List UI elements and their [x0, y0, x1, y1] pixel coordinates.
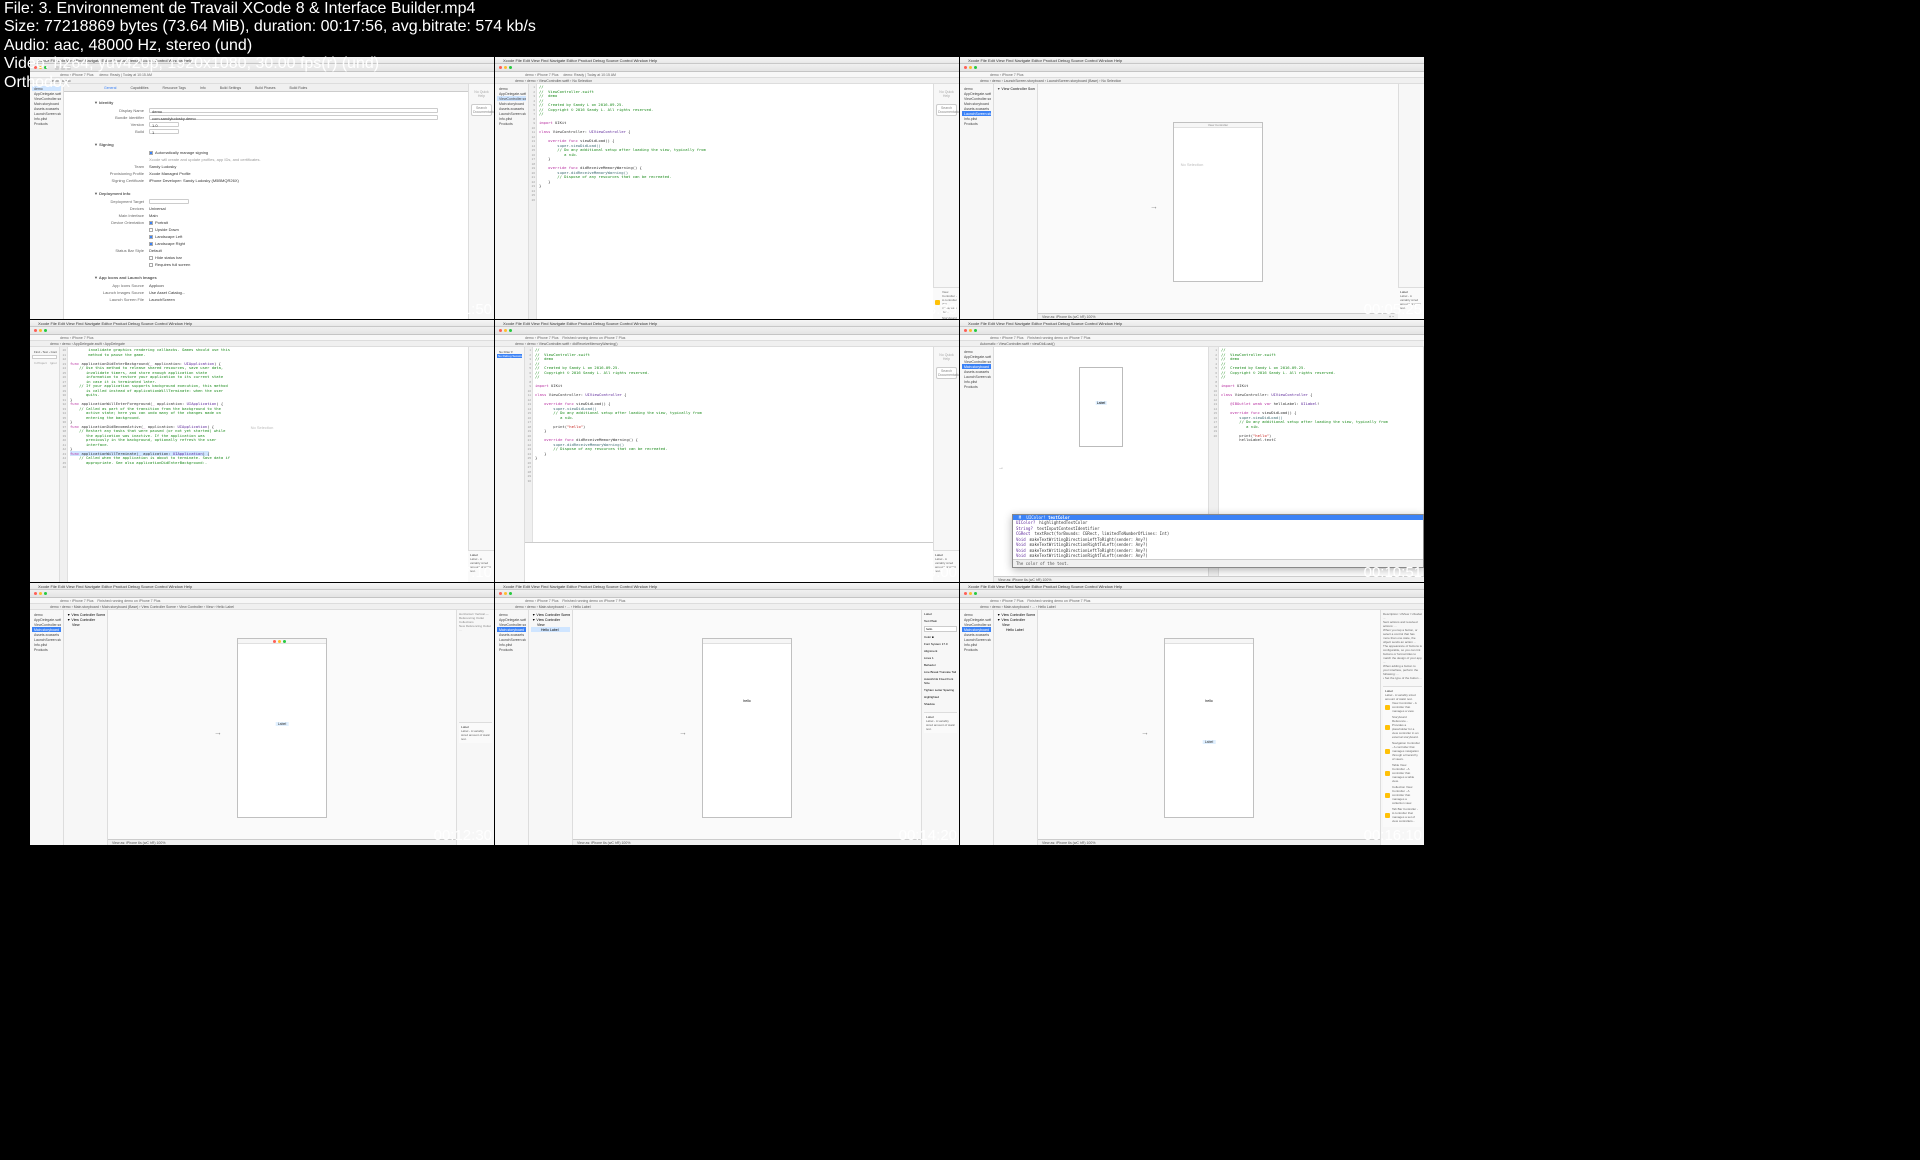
- attributes-inspector[interactable]: Horizontal / Vertical —Referencing Outle…: [456, 610, 494, 845]
- thumb-8: Xcode File Edit View Find Navigate Edito…: [495, 583, 959, 845]
- inspector-panel[interactable]: No Quick Help Search Documentation: [468, 84, 494, 319]
- ib-canvas[interactable]: hello → View as: iPhone 6s (wC hR) 100%: [573, 610, 921, 845]
- find-navigator[interactable]: Find › Text › Containing In Project Igno…: [30, 347, 60, 582]
- label-on-canvas[interactable]: Label: [276, 722, 289, 726]
- thumb-6: Xcode File Edit View Find Navigate Edito…: [960, 320, 1424, 582]
- thumb-2: Xcode File Edit View Find Navigate Edito…: [495, 57, 959, 319]
- assistant-editor[interactable]: Label → 1234567891011121314151617181920 …: [994, 347, 1424, 582]
- code-editor[interactable]: 1234567891011121314151617181920212223242…: [529, 84, 933, 319]
- project-navigator[interactable]: demo AppDelegate.swift ViewController.sw…: [30, 84, 64, 319]
- code-editor[interactable]: 1234567891011121314151617181920212223242…: [525, 347, 933, 582]
- settings-editor[interactable]: General CapabilitiesResource Tags InfoBu…: [64, 84, 468, 319]
- autocomplete-popup[interactable]: M UIColor! textColor UIColor?highlighted…: [1012, 514, 1424, 569]
- thumb-4: Xcode File Edit View Find Navigate Edito…: [30, 320, 494, 582]
- thumbnail-grid: Xcode File Edit View Find Navigate Edito…: [30, 57, 1420, 845]
- project-navigator[interactable]: demo AppDelegate.swift ViewController.sw…: [495, 84, 529, 319]
- inspector-panel[interactable]: No Quick Help Search Documentation No Ma…: [933, 84, 959, 319]
- document-outline[interactable]: ▼ View Controller Scene: [994, 84, 1038, 319]
- ib-canvas[interactable]: hello Label → View as: iPhone 6s (wC hR)…: [1038, 610, 1380, 845]
- initial-vc-arrow-icon: →: [1150, 202, 1158, 211]
- ib-canvas[interactable]: Label → View as: iPhone 6s (wC hR) 100%: [108, 610, 456, 845]
- debug-navigator[interactable]: No Filter ▾ No Debug Session: [495, 347, 525, 582]
- inspector-and-library[interactable]: Description: UIView / UILabel ... Sent a…: [1380, 610, 1424, 845]
- code-editor[interactable]: 2021222324252627282930313233343536373839…: [60, 347, 468, 582]
- project-navigator[interactable]: demo AppDelegate.swift ViewController.sw…: [960, 84, 994, 319]
- timestamp: 00:01:50: [434, 301, 492, 318]
- file-metadata: File: 3. Environnement de Travail XCode …: [4, 0, 536, 92]
- canvas-status-bar[interactable]: View as: iPhone 6s (wC hR) 100%+ −: [1038, 313, 1398, 319]
- debug-console[interactable]: [525, 542, 933, 582]
- thumb-9: Xcode File Edit View Find Navigate Edito…: [960, 583, 1424, 845]
- document-outline[interactable]: ▼ View Controller Scene ▼ View Controlle…: [64, 610, 108, 845]
- thumb-7: Xcode File Edit View Find Navigate Edito…: [30, 583, 494, 845]
- attributes-inspector[interactable]: Label Text Plain hello Color ■ Font Syst…: [921, 610, 959, 845]
- thumb-1: Xcode File Edit View Find Navigate Edito…: [30, 57, 494, 319]
- ib-canvas[interactable]: View Controller → View as: iPhone 6s (wC…: [1038, 84, 1398, 319]
- inspector-panel[interactable]: No Selection Label Label - A variably si…: [1398, 84, 1424, 319]
- thumb-5: Xcode File Edit View Find Navigate Edito…: [495, 320, 959, 582]
- thumb-3: Xcode File Edit View Find Navigate Edito…: [960, 57, 1424, 319]
